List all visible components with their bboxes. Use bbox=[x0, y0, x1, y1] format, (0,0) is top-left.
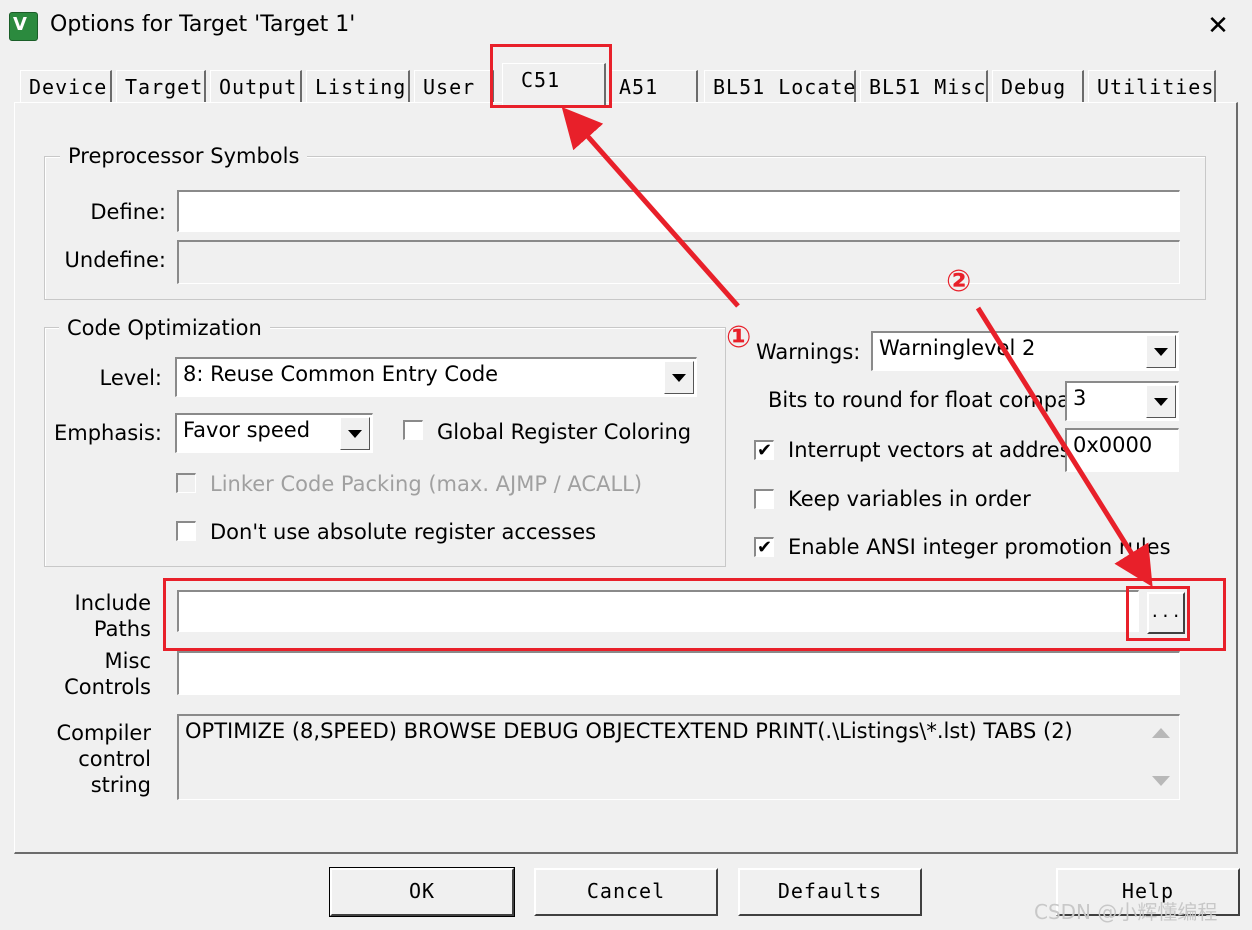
arrow-to-browse-button bbox=[975, 306, 1153, 587]
annotation-arrows bbox=[561, 107, 1153, 587]
tab-c51[interactable]: C51 bbox=[502, 63, 606, 105]
arrow-to-c51-tab bbox=[561, 107, 740, 308]
watermark-text: CSDN @小辉懂编程 bbox=[1034, 900, 1218, 924]
